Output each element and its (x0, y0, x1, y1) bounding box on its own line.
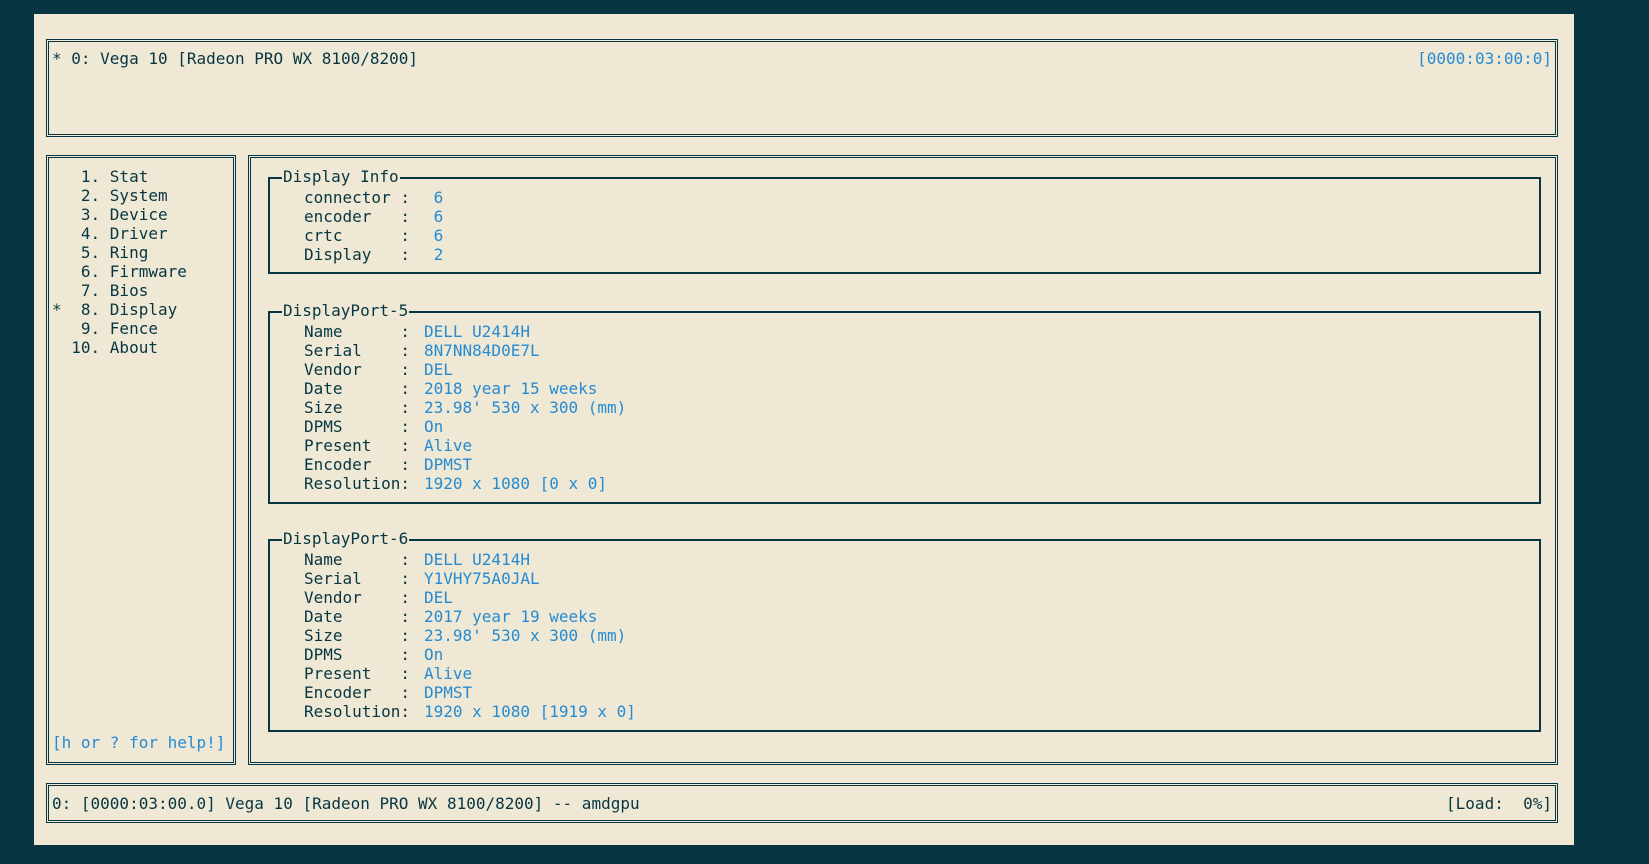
info-row: crtc : 6 (304, 226, 443, 245)
info-key: encoder : (304, 207, 410, 226)
sidebar-menu: 1. Stat 2. System 3. Device 4. Driver 5.… (46, 155, 236, 765)
info-row: DPMS : On (304, 417, 443, 436)
menu-item-stat[interactable]: 1. Stat (52, 167, 148, 186)
info-key: Serial : (304, 569, 410, 588)
info-value: DELL U2414H (424, 322, 530, 341)
info-row: encoder : 6 (304, 207, 443, 226)
info-row: Name : DELL U2414H (304, 322, 530, 341)
display-info-group: Display Info connector : 6 encoder : 6 c… (268, 167, 1541, 274)
device-title: * 0: Vega 10 [Radeon PRO WX 8100/8200] (52, 49, 419, 68)
info-key: Size : (304, 398, 410, 417)
menu-item-firmware[interactable]: 6. Firmware (52, 262, 187, 281)
info-value: 2018 year 15 weeks (424, 379, 598, 398)
info-value: Alive (424, 664, 473, 683)
menu-item-system[interactable]: 2. System (52, 186, 168, 205)
info-value: DEL (424, 588, 453, 607)
help-hint: [h or ? for help!] (52, 733, 226, 752)
info-key: Serial : (304, 341, 410, 360)
info-row: Vendor : DEL (304, 360, 453, 379)
info-key: Encoder : (304, 455, 410, 474)
info-value: 8N7NN84D0E7L (424, 341, 540, 360)
info-value: 6 (424, 188, 444, 207)
info-value: 1920 x 1080 [1919 x 0] (424, 702, 636, 721)
info-key: Present : (304, 436, 410, 455)
info-value: 6 (424, 226, 444, 245)
info-key: Size : (304, 626, 410, 645)
info-key: crtc : (304, 226, 410, 245)
info-row: Display : 2 (304, 245, 443, 264)
displayport-6-group: DisplayPort-6 Name : DELL U2414H Serial :… (268, 529, 1541, 732)
info-row: DPMS : On (304, 645, 443, 664)
info-key: Name : (304, 322, 410, 341)
info-key: Vendor : (304, 360, 410, 379)
info-row: Size : 23.98' 530 x 300 (mm) (304, 398, 626, 417)
info-value: 23.98' 530 x 300 (mm) (424, 626, 627, 645)
info-value: On (424, 645, 444, 664)
info-key: Vendor : (304, 588, 410, 607)
pci-address: [0000:03:00:0] (1417, 49, 1552, 68)
menu-item-fence[interactable]: 9. Fence (52, 319, 158, 338)
info-value: DPMST (424, 455, 473, 474)
info-value: 2 (424, 245, 444, 264)
info-row: Size : 23.98' 530 x 300 (mm) (304, 626, 626, 645)
info-key: Resolution: (304, 702, 410, 721)
info-row: Encoder : DPMST (304, 455, 472, 474)
info-value: DEL (424, 360, 453, 379)
info-key: DPMS : (304, 645, 410, 664)
info-row: Date : 2018 year 15 weeks (304, 379, 597, 398)
info-row: Serial : 8N7NN84D0E7L (304, 341, 540, 360)
group-title: DisplayPort-6 (282, 529, 410, 548)
menu-item-ring[interactable]: 5. Ring (52, 243, 148, 262)
info-value: Y1VHY75A0JAL (424, 569, 540, 588)
status-device-info: 0: [0000:03:00.0] Vega 10 [Radeon PRO WX… (52, 794, 640, 813)
info-row: Vendor : DEL (304, 588, 453, 607)
info-row: Serial : Y1VHY75A0JAL (304, 569, 540, 588)
info-key: DPMS : (304, 417, 410, 436)
terminal-screen: * 0: Vega 10 [Radeon PRO WX 8100/8200] [… (34, 14, 1574, 845)
group-title: DisplayPort-5 (282, 301, 410, 320)
info-key: Date : (304, 607, 410, 626)
menu-item-driver[interactable]: 4. Driver (52, 224, 168, 243)
info-value: On (424, 417, 444, 436)
info-row: Encoder : DPMST (304, 683, 472, 702)
main-panel: Display Info connector : 6 encoder : 6 c… (248, 155, 1558, 765)
info-value: Alive (424, 436, 473, 455)
info-row: Present : Alive (304, 664, 472, 683)
info-value: 2017 year 19 weeks (424, 607, 598, 626)
info-value: 1920 x 1080 [0 x 0] (424, 474, 608, 493)
info-key: Resolution: (304, 474, 410, 493)
info-value: DPMST (424, 683, 473, 702)
load-indicator: [Load: 0%] (1446, 794, 1552, 813)
status-bar: 0: [0000:03:00.0] Vega 10 [Radeon PRO WX… (46, 783, 1558, 823)
info-key: Encoder : (304, 683, 410, 702)
info-key: Present : (304, 664, 410, 683)
group-title: Display Info (282, 167, 400, 186)
info-key: connector : (304, 188, 410, 207)
menu-item-display[interactable]: * 8. Display (52, 300, 177, 319)
info-row: Resolution: 1920 x 1080 [0 x 0] (304, 474, 607, 493)
info-value: DELL U2414H (424, 550, 530, 569)
info-key: Display : (304, 245, 410, 264)
menu-item-device[interactable]: 3. Device (52, 205, 168, 224)
info-row: Date : 2017 year 19 weeks (304, 607, 597, 626)
displayport-5-group: DisplayPort-5 Name : DELL U2414H Serial :… (268, 301, 1541, 504)
info-key: Name : (304, 550, 410, 569)
info-value: 23.98' 530 x 300 (mm) (424, 398, 627, 417)
menu-item-bios[interactable]: 7. Bios (52, 281, 148, 300)
menu-item-about[interactable]: 10. About (52, 338, 158, 357)
info-row: connector : 6 (304, 188, 443, 207)
info-value: 6 (424, 207, 444, 226)
info-row: Resolution: 1920 x 1080 [1919 x 0] (304, 702, 636, 721)
header-panel: * 0: Vega 10 [Radeon PRO WX 8100/8200] [… (46, 39, 1558, 137)
info-key: Date : (304, 379, 410, 398)
info-row: Name : DELL U2414H (304, 550, 530, 569)
info-row: Present : Alive (304, 436, 472, 455)
